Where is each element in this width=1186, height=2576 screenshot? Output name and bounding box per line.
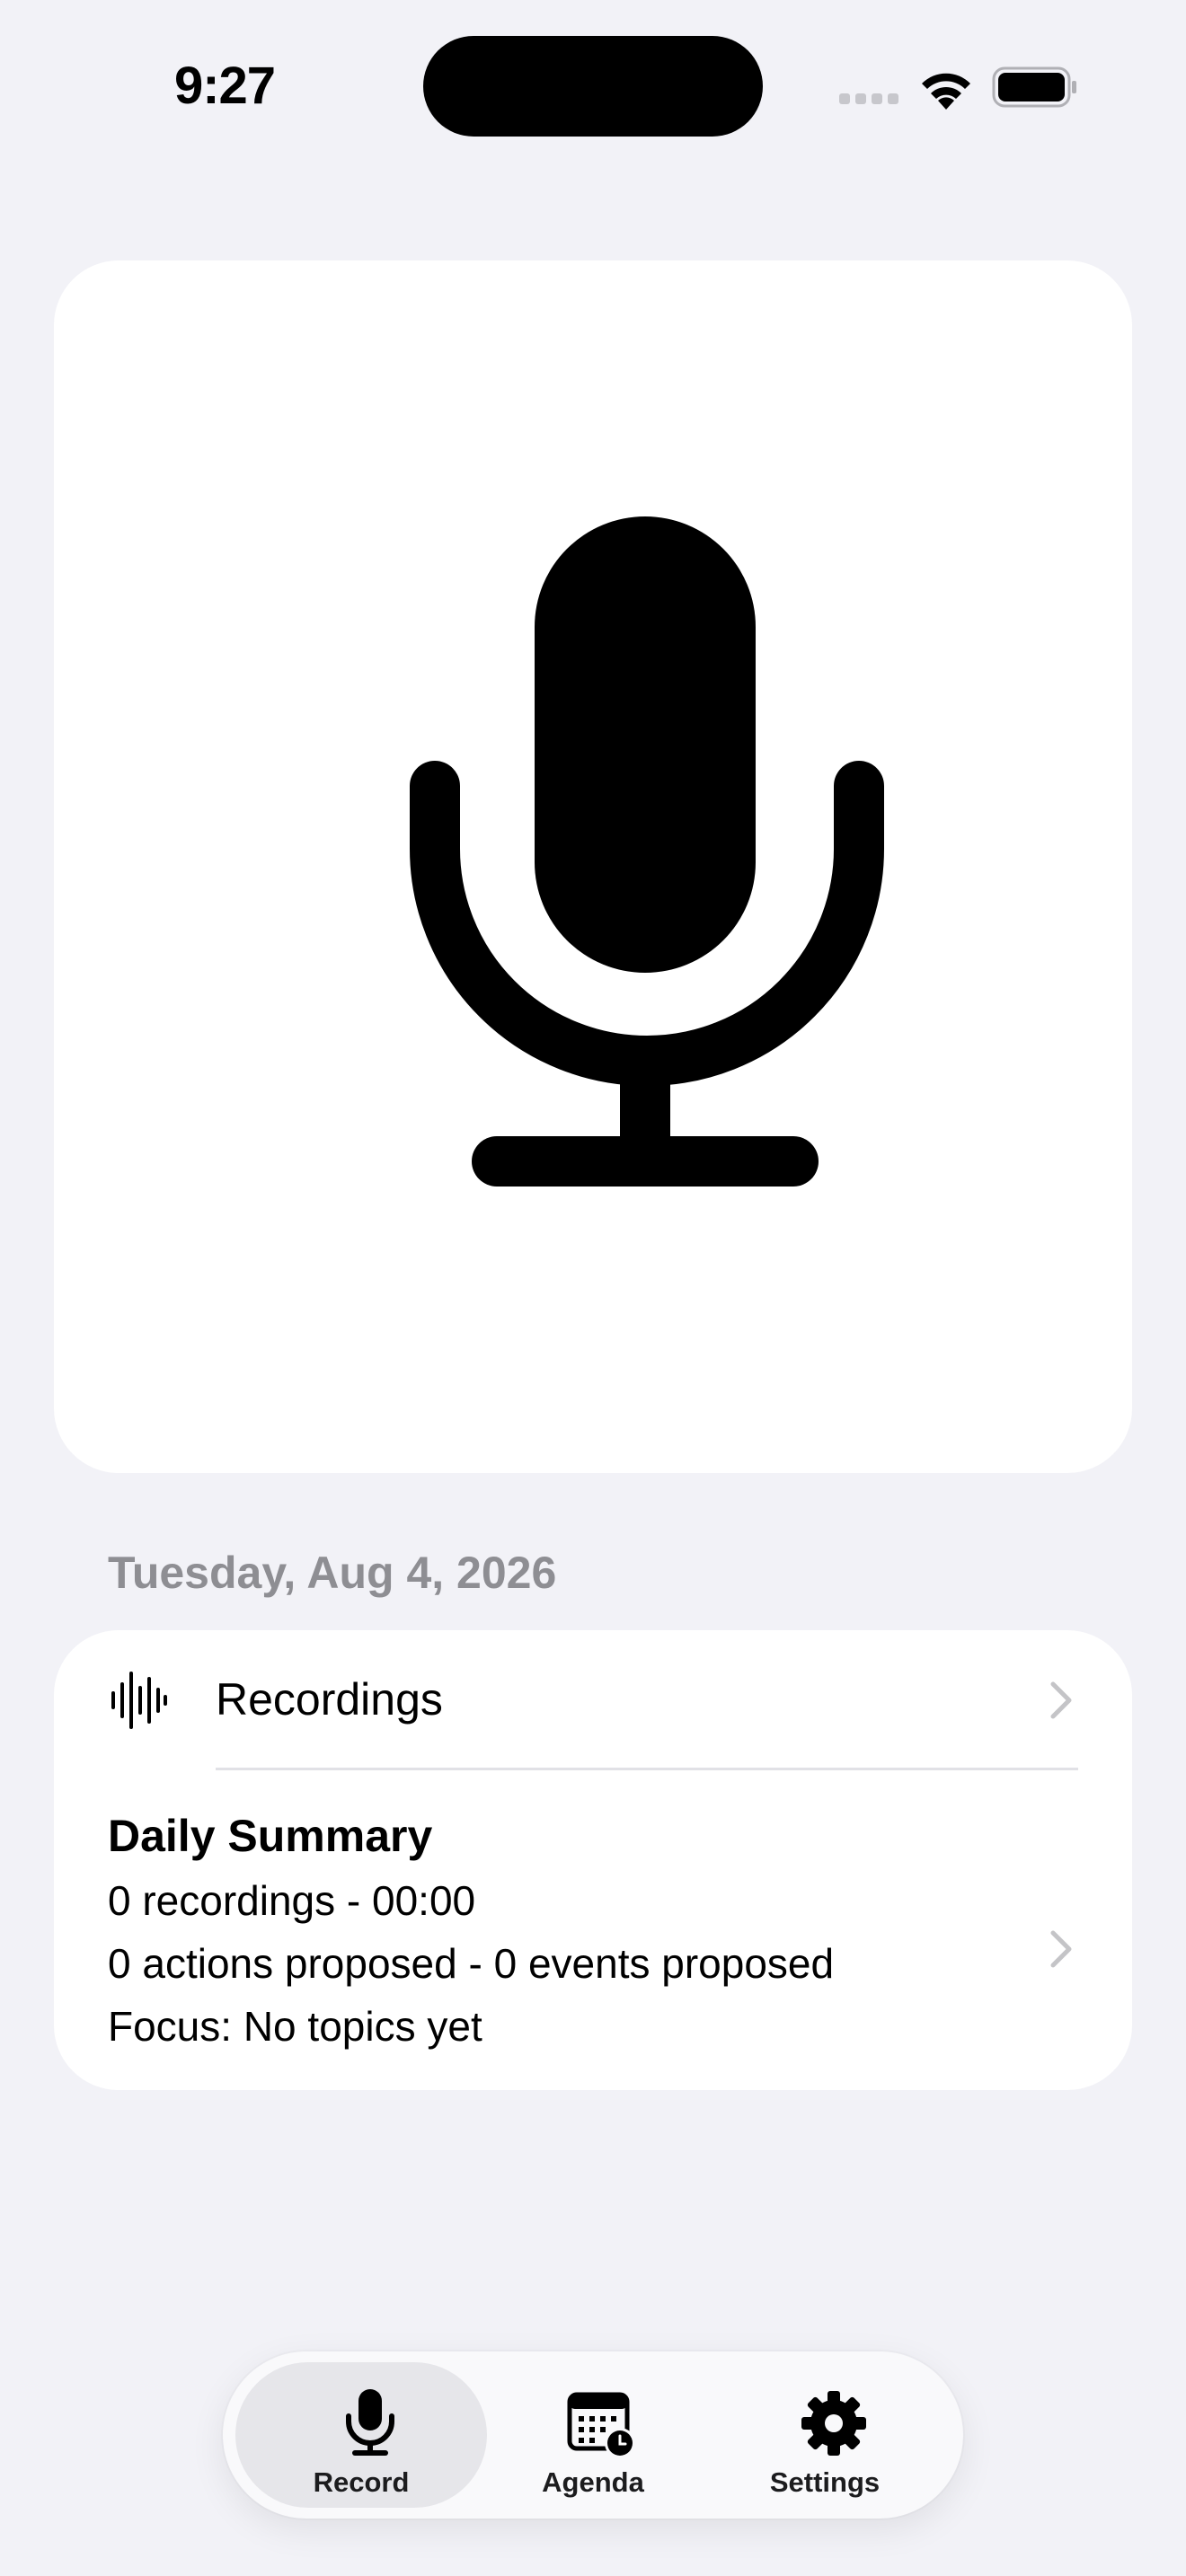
recordings-row[interactable]: Recordings [54,1630,1132,1769]
recordings-label: Recordings [216,1674,443,1725]
date-label: Tuesday, Aug 4, 2026 [108,1548,557,1598]
calendar-clock-icon [567,2392,635,2458]
summary-proposals: 0 actions proposed - 0 events proposed [108,1940,835,1987]
tab-agenda-label: Agenda [542,2466,644,2498]
summary-focus: Focus: No topics yet [108,2003,482,2050]
summary-recordings-count: 0 recordings - 00:00 [108,1877,476,1924]
microphone-icon [410,516,884,1187]
tab-bar: Record Agenda Settings [223,2351,963,2519]
microphone-icon [346,2389,394,2456]
tab-record-label: Record [313,2466,410,2498]
cellular-signal-icon [839,93,898,104]
daily-summary-title: Daily Summary [108,1811,433,1861]
list-card: Recordings Daily Summary 0 recordings - … [54,1630,1132,2090]
tab-settings[interactable]: Settings [699,2362,951,2508]
dynamic-island [423,36,763,137]
wifi-icon [922,73,970,110]
tab-record[interactable]: Record [235,2362,487,2508]
battery-icon [992,66,1076,108]
status-time: 9:27 [173,57,276,115]
waveform-icon [111,1672,167,1729]
chevron-right-icon [1050,1930,1072,1968]
screen: 9:27 Tuesday, Aug 4, 2026 Recordings Dai… [0,0,1186,2576]
tab-agenda[interactable]: Agenda [467,2362,719,2508]
gear-icon [801,2391,866,2456]
tab-settings-label: Settings [769,2466,881,2498]
record-button[interactable] [54,260,1132,1473]
daily-summary-row[interactable]: Daily Summary 0 recordings - 00:00 0 act… [54,1770,1132,2090]
chevron-right-icon [1050,1681,1072,1719]
